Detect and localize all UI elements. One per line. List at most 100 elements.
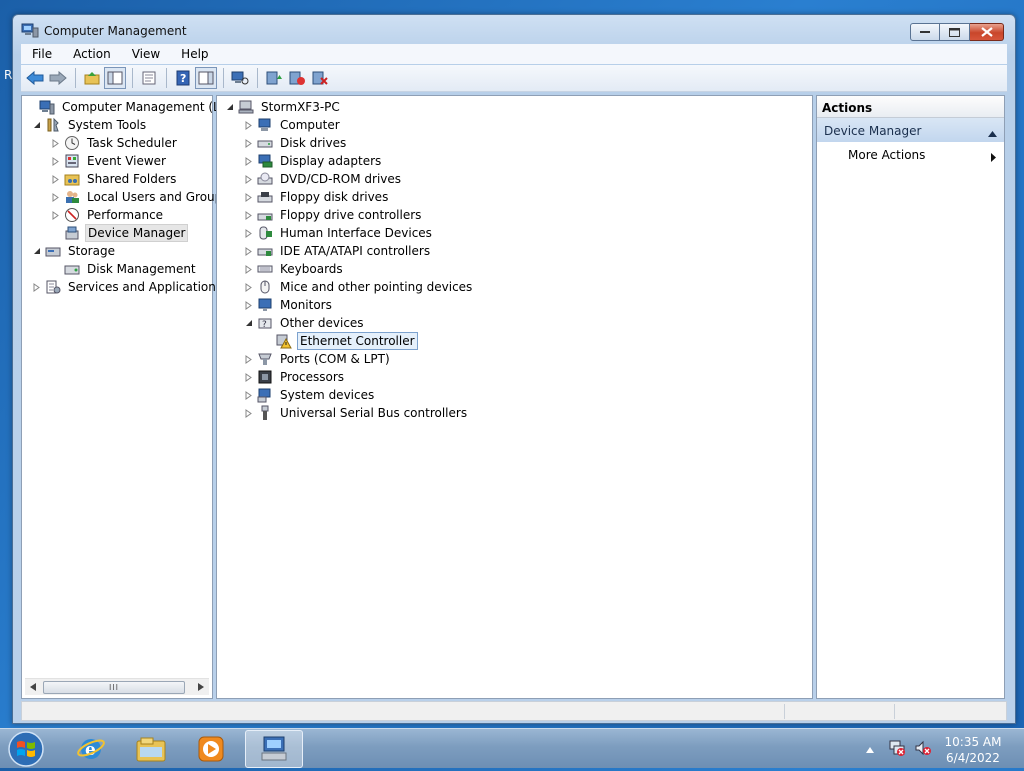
console-tree-node[interactable]: Local Users and Groups: [51, 188, 231, 206]
console-tree-node[interactable]: Device Manager: [51, 224, 189, 242]
collapsed-arrow-icon[interactable]: [51, 174, 61, 184]
device-tree-node[interactable]: Floppy disk drives: [244, 188, 390, 206]
device-tree-node[interactable]: IDE ATA/ATAPI controllers: [244, 242, 432, 260]
internet-explorer-taskbar-button[interactable]: e: [62, 730, 120, 768]
device-tree-node[interactable]: Universal Serial Bus controllers: [244, 404, 469, 422]
up-one-level-button[interactable]: [81, 67, 103, 89]
taskbar: e 10:35 AM 6/4/2022: [0, 728, 1024, 768]
collapsed-arrow-icon[interactable]: [244, 192, 254, 202]
console-tree-node[interactable]: Computer Management (Local: [26, 98, 246, 116]
windows-explorer-taskbar-button[interactable]: [122, 730, 180, 768]
device-tree-node[interactable]: Display adapters: [244, 152, 383, 170]
collapsed-arrow-icon[interactable]: [244, 120, 254, 130]
collapsed-arrow-icon[interactable]: [244, 372, 254, 382]
show-hide-action-pane-button[interactable]: [195, 67, 217, 89]
computer-management-icon: [39, 99, 55, 115]
device-tree-node-label: Keyboards: [280, 262, 343, 276]
minimize-button[interactable]: [910, 23, 940, 41]
properties-button[interactable]: [138, 67, 160, 89]
device-tree-node-label: Floppy drive controllers: [280, 208, 422, 222]
forward-button[interactable]: [47, 67, 69, 89]
device-tree-node[interactable]: Human Interface Devices: [244, 224, 434, 242]
collapsed-arrow-icon[interactable]: [51, 210, 61, 220]
title-bar[interactable]: Computer Management: [13, 15, 1015, 45]
collapsed-arrow-icon[interactable]: [244, 228, 254, 238]
collapsed-arrow-icon[interactable]: [244, 390, 254, 400]
actions-section-device-manager[interactable]: Device Manager: [817, 118, 1004, 142]
collapsed-arrow-icon[interactable]: [244, 264, 254, 274]
update-driver-button[interactable]: [263, 67, 285, 89]
expanded-arrow-icon[interactable]: [32, 120, 42, 130]
collapsed-arrow-icon[interactable]: [32, 282, 42, 292]
device-tree-node[interactable]: ? Other devices: [244, 314, 366, 332]
help-button[interactable]: ?: [172, 67, 194, 89]
collapse-up-icon[interactable]: [988, 126, 997, 140]
show-hide-console-tree-button[interactable]: [104, 67, 126, 89]
device-tree-node[interactable]: Floppy drive controllers: [244, 206, 423, 224]
console-tree-node[interactable]: System Tools: [32, 116, 148, 134]
collapsed-arrow-icon[interactable]: [244, 354, 254, 364]
horizontal-scrollbar[interactable]: III: [25, 678, 209, 695]
console-tree-node[interactable]: Disk Management: [51, 260, 198, 278]
collapsed-arrow-icon[interactable]: [244, 408, 254, 418]
device-tree-node[interactable]: Ethernet Controller: [263, 332, 418, 350]
collapsed-arrow-icon[interactable]: [244, 282, 254, 292]
device-tree-node[interactable]: Disk drives: [244, 134, 348, 152]
menu-file[interactable]: File: [21, 44, 62, 64]
network-disconnected-icon[interactable]: [888, 740, 906, 759]
scroll-left-arrow-icon[interactable]: [25, 679, 41, 695]
device-tree-node[interactable]: StormXF3-PC: [225, 98, 342, 116]
device-tree-node[interactable]: System devices: [244, 386, 376, 404]
menu-view[interactable]: View: [121, 44, 170, 64]
taskbar-clock[interactable]: 10:35 AM 6/4/2022: [936, 734, 1010, 766]
dvd-icon: [257, 171, 273, 187]
scan-hardware-changes-button[interactable]: [229, 67, 251, 89]
console-tree-node-label: Storage: [68, 244, 115, 258]
volume-muted-icon[interactable]: [914, 740, 932, 759]
device-tree-node[interactable]: Monitors: [244, 296, 334, 314]
monitor-icon: [257, 297, 273, 313]
device-manager-pane: StormXF3-PC Computer Disk drives Display ad…: [216, 95, 813, 699]
device-tree-node[interactable]: Mice and other pointing devices: [244, 278, 474, 296]
expanded-arrow-icon[interactable]: [244, 318, 254, 328]
console-tree-node[interactable]: Storage: [32, 242, 117, 260]
more-actions-link[interactable]: More Actions: [848, 148, 925, 162]
console-tree-node[interactable]: Event Viewer: [51, 152, 168, 170]
device-tree-node[interactable]: Computer: [244, 116, 342, 134]
disable-device-button[interactable]: [286, 67, 308, 89]
scroll-right-arrow-icon[interactable]: [193, 679, 209, 695]
collapsed-arrow-icon[interactable]: [51, 192, 61, 202]
show-hidden-icons-icon[interactable]: [866, 742, 874, 756]
menu-help[interactable]: Help: [170, 44, 218, 64]
uninstall-device-button[interactable]: [309, 67, 331, 89]
scrollbar-thumb[interactable]: III: [43, 681, 185, 694]
device-tree-node[interactable]: Ports (COM & LPT): [244, 350, 392, 368]
collapsed-arrow-icon[interactable]: [244, 210, 254, 220]
console-tree-node[interactable]: Task Scheduler: [51, 134, 179, 152]
close-button[interactable]: [970, 23, 1004, 41]
collapsed-arrow-icon[interactable]: [244, 156, 254, 166]
device-tree-node[interactable]: DVD/CD-ROM drives: [244, 170, 403, 188]
collapsed-arrow-icon[interactable]: [244, 138, 254, 148]
console-tree-node[interactable]: Shared Folders: [51, 170, 178, 188]
floppy-icon: [257, 189, 273, 205]
media-player-taskbar-button[interactable]: [182, 730, 240, 768]
back-button[interactable]: [24, 67, 46, 89]
collapsed-arrow-icon[interactable]: [244, 174, 254, 184]
device-tree-node[interactable]: Processors: [244, 368, 346, 386]
device-tree-node[interactable]: Keyboards: [244, 260, 345, 278]
console-tree-node[interactable]: Performance: [51, 206, 165, 224]
disk-drive-icon: [257, 135, 273, 151]
console-tree-node-label: Disk Management: [87, 262, 196, 276]
collapsed-arrow-icon[interactable]: [51, 138, 61, 148]
console-tree-node[interactable]: Services and Applications: [32, 278, 224, 296]
collapsed-arrow-icon[interactable]: [244, 300, 254, 310]
collapsed-arrow-icon[interactable]: [51, 156, 61, 166]
expanded-arrow-icon[interactable]: [225, 102, 235, 112]
expanded-arrow-icon[interactable]: [32, 246, 42, 256]
maximize-button[interactable]: [940, 23, 970, 41]
collapsed-arrow-icon[interactable]: [244, 246, 254, 256]
start-button[interactable]: [6, 730, 46, 768]
computer-management-taskbar-button[interactable]: [245, 730, 303, 768]
menu-action[interactable]: Action: [62, 44, 121, 64]
